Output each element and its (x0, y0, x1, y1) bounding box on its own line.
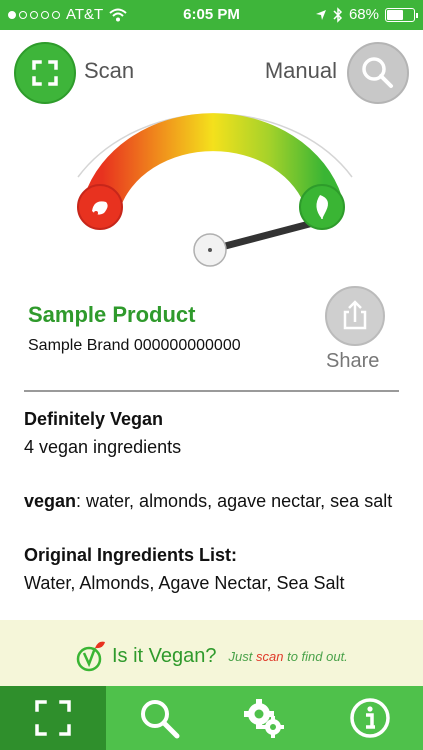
share-icon (343, 300, 367, 330)
info-icon (350, 698, 390, 738)
manual-label[interactable]: Manual (265, 58, 337, 84)
scan-label[interactable]: Scan (84, 58, 134, 84)
leaf-icon (299, 184, 345, 230)
verdict-title: Definitely Vegan (24, 409, 164, 429)
vegan-ingredients: vegan: water, almonds, agave nectar, sea… (24, 487, 404, 515)
battery-fill (387, 9, 404, 20)
ingredient-details: Definitely Vegan 4 vegan ingredients veg… (24, 405, 404, 620)
share-button[interactable] (325, 286, 385, 346)
verdict-block: Definitely Vegan 4 vegan ingredients (24, 405, 404, 461)
banner-title: Is it Vegan? (112, 644, 217, 667)
banner-content: Is it Vegan? Just scan to find out. (76, 640, 348, 672)
tab-bar (0, 686, 423, 750)
bluetooth-icon (333, 6, 343, 23)
search-icon (140, 700, 180, 739)
settings-icon (244, 699, 285, 738)
tab-scan[interactable] (0, 686, 106, 750)
verdict-detail: 4 vegan ingredients (24, 437, 182, 457)
meat-icon (77, 184, 123, 230)
location-arrow-icon (315, 9, 326, 20)
divider (24, 390, 399, 392)
original-title: Original Ingredients List: (24, 545, 238, 565)
status-bar: AT&T 6:05 PM 68% (0, 0, 423, 30)
status-right: 68% (315, 6, 418, 23)
vegan-label: vegan (24, 491, 77, 511)
tab-info[interactable] (317, 686, 423, 750)
vegan-logo-icon (76, 641, 105, 672)
scan-icon (35, 700, 71, 736)
battery-icon (385, 7, 418, 22)
tab-search[interactable] (106, 686, 212, 750)
gauge-arc (83, 113, 343, 210)
banner-tagline: Just scan to find out. (228, 648, 348, 664)
share-label[interactable]: Share (326, 350, 379, 373)
battery-percent: 68% (348, 6, 379, 23)
original-list: Water, Almonds, Agave Nectar, Sea Salt (24, 573, 345, 593)
tab-settings[interactable] (212, 686, 318, 750)
banner-scan-word: scan (256, 648, 284, 664)
vegan-gauge (77, 113, 353, 267)
search-icon (362, 57, 393, 88)
scan-frame-icon (32, 60, 58, 86)
original-ingredients: Original Ingredients List: Water, Almond… (24, 541, 404, 597)
vegan-list: : water, almonds, agave nectar, sea salt (76, 491, 393, 511)
product-brand-code: Sample Brand 000000000000 (28, 337, 241, 354)
promo-banner[interactable]: Is it Vegan? Just scan to find out. (0, 620, 423, 686)
product-name: Sample Product (28, 302, 196, 327)
